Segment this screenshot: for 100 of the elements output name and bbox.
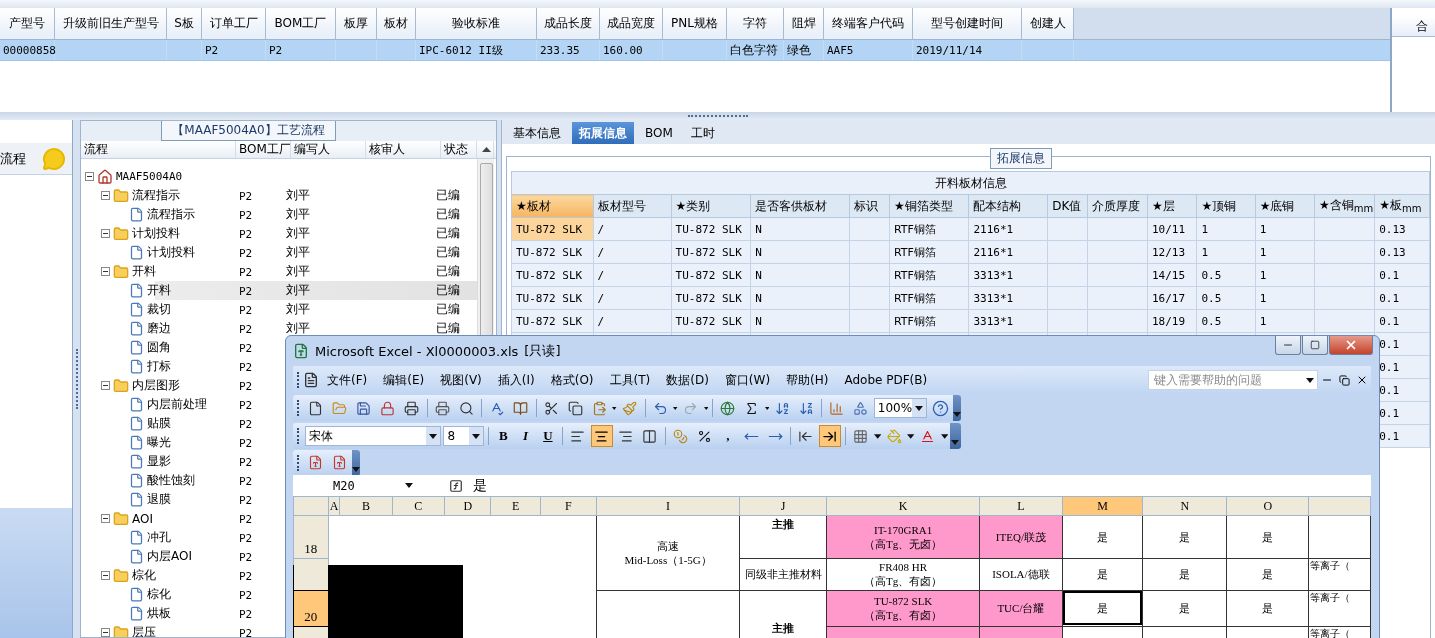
sheet-cell[interactable]: ISOLA/德联 <box>979 558 1063 591</box>
column-header[interactable]: O <box>1226 496 1309 516</box>
column-header[interactable]: 流程 <box>81 141 236 158</box>
indent-icon[interactable] <box>818 425 841 447</box>
sheet-cell[interactable]: 等离子（ <box>1308 590 1371 627</box>
tree-row[interactable]: 棕化 P2 <box>81 566 286 585</box>
chevron-icon[interactable] <box>953 412 962 417</box>
collapse-toggle[interactable] <box>101 267 110 276</box>
sheet-cell[interactable]: 是 <box>1226 590 1309 627</box>
column-header[interactable]: I <box>596 496 740 516</box>
tree-row[interactable]: 圆角 P2 <box>81 338 286 357</box>
tree-row[interactable]: 内层前处理 P2 <box>81 395 286 414</box>
column-header[interactable]: M <box>1062 496 1143 516</box>
tab[interactable]: 工时 <box>683 122 722 144</box>
collapse-toggle[interactable] <box>101 381 110 390</box>
column-header[interactable]: S板 <box>167 8 202 39</box>
bold-button[interactable]: B <box>493 425 514 447</box>
minimize-button[interactable] <box>1275 336 1301 355</box>
tree-row[interactable]: 贴膜 P2 <box>81 414 286 433</box>
column-header[interactable]: PNL规格 <box>663 8 727 39</box>
column-header[interactable]: 升级前旧生产型号 <box>55 8 167 39</box>
tab[interactable]: 基本信息 <box>506 122 568 144</box>
tree-row[interactable]: 内层AOI P2 <box>81 547 286 566</box>
menu-item[interactable]: 数据(D) <box>658 371 717 389</box>
column-header[interactable]: F <box>540 496 597 516</box>
column-header[interactable]: 成品长度 <box>537 8 600 39</box>
sheet-cell[interactable]: 是 <box>1062 558 1143 591</box>
column-header[interactable]: 型号创建时间 <box>913 8 1022 39</box>
tab[interactable]: BOM <box>638 122 680 144</box>
sheet-cell[interactable]: 是 <box>1142 590 1227 627</box>
close-icon[interactable] <box>1356 374 1368 386</box>
sheet-cell[interactable]: 等离子（ <box>1308 558 1371 591</box>
dropdown-arrow-icon[interactable] <box>472 433 481 439</box>
sheet-cell[interactable]: 是 <box>1142 558 1227 591</box>
table-cell[interactable]: TU-872 SLK <box>511 309 594 333</box>
tree-row[interactable]: 退膜 P2 <box>81 490 286 509</box>
column-header[interactable]: 字符 <box>727 8 784 39</box>
tree-row[interactable]: 层压 P2 <box>81 623 286 637</box>
tree-row[interactable]: 曝光 P2 <box>81 433 286 452</box>
tree-row[interactable]: 磨边 P2 刘平 已编 <box>81 319 477 338</box>
grip-handle[interactable] <box>297 428 300 444</box>
tree-row[interactable]: 计划投料 P2 刘平 已编 <box>81 224 477 243</box>
column-header[interactable]: K <box>826 496 980 516</box>
tree-row[interactable]: MAAF5004A0 <box>81 167 286 186</box>
sheet-cell[interactable]: 是 <box>1062 515 1143 559</box>
font-size-dropdown[interactable]: 8 <box>443 426 485 446</box>
column-header[interactable]: 板材 <box>377 8 416 39</box>
dropdown-arrow-icon[interactable] <box>405 483 413 488</box>
tree-row[interactable]: AOI P2 <box>81 509 286 528</box>
column-header[interactable]: 阻焊 <box>784 8 824 39</box>
column-header[interactable]: 终端客户代码 <box>824 8 913 39</box>
maximize-button[interactable] <box>1302 336 1328 355</box>
menu-item[interactable]: 工具(T) <box>601 371 659 389</box>
workbook-icon[interactable] <box>303 372 319 388</box>
sheet-cell[interactable]: FR408 HR （高Tg、有卤） <box>826 558 980 591</box>
collapse-toggle[interactable] <box>101 191 110 200</box>
menu-item[interactable]: 帮助(H) <box>778 371 837 389</box>
close-button[interactable] <box>1329 336 1373 355</box>
menu-item[interactable]: 编辑(E) <box>375 371 433 389</box>
formula-field[interactable]: 是 <box>473 476 487 495</box>
help-search-field[interactable]: 键入需要帮助的问题 <box>1148 370 1318 390</box>
sheet-cell[interactable]: 同级非主推材料 <box>739 558 827 591</box>
sheet-cell[interactable]: IT-170GRA1 （高Tg、无卤） <box>826 515 980 559</box>
sheet-cell[interactable]: 是 <box>1226 515 1309 559</box>
grip-handle[interactable] <box>297 400 300 416</box>
sheet-cell[interactable]: 是 <box>1142 515 1227 559</box>
menu-item[interactable]: 视图(V) <box>432 371 490 389</box>
sheet-cell[interactable]: 是 <box>1062 590 1143 627</box>
grip-handle[interactable] <box>297 454 299 471</box>
tree-row[interactable]: 棕化 P2 <box>81 585 286 604</box>
name-box[interactable]: M20 <box>293 476 413 495</box>
grip-handle[interactable] <box>297 372 300 388</box>
column-header[interactable]: 板厚 <box>336 8 377 39</box>
menu-item[interactable]: 文件(F) <box>319 371 376 389</box>
splitter-grip[interactable] <box>687 114 748 118</box>
sheet-cell[interactable] <box>596 590 740 638</box>
tree-row[interactable]: 烘板 P2 <box>81 604 286 623</box>
column-header[interactable]: 创建人 <box>1022 8 1074 39</box>
collapse-toggle[interactable] <box>101 571 110 580</box>
splitter-grip[interactable] <box>75 349 78 409</box>
scroll-up-icon[interactable] <box>482 147 491 152</box>
sheet-cell[interactable]: 是 <box>1226 558 1309 591</box>
dropdown-arrow-icon[interactable] <box>915 405 924 411</box>
column-header[interactable]: N <box>1142 496 1227 516</box>
italic-button[interactable]: I <box>515 425 536 447</box>
collapse-toggle[interactable] <box>101 628 110 637</box>
column-header[interactable]: A <box>328 496 340 516</box>
restore-icon[interactable] <box>1339 374 1350 386</box>
column-header[interactable]: ★板材 <box>511 194 594 218</box>
column-header[interactable]: L <box>979 496 1063 516</box>
function-icon[interactable] <box>449 478 463 493</box>
menu-item[interactable]: 格式(O) <box>542 371 602 389</box>
tree-row[interactable]: 酸性蚀刻 P2 <box>81 471 286 490</box>
collapse-toggle[interactable] <box>101 514 110 523</box>
collapse-toggle[interactable] <box>85 172 94 181</box>
column-header[interactable]: 状态 <box>441 141 477 158</box>
table-cell[interactable]: TU-872 SLK <box>511 263 594 287</box>
font-dropdown[interactable]: 宋体 <box>304 426 442 446</box>
tree-row[interactable]: 裁切 P2 刘平 已编 <box>81 300 477 319</box>
column-header[interactable]: J <box>739 496 827 516</box>
